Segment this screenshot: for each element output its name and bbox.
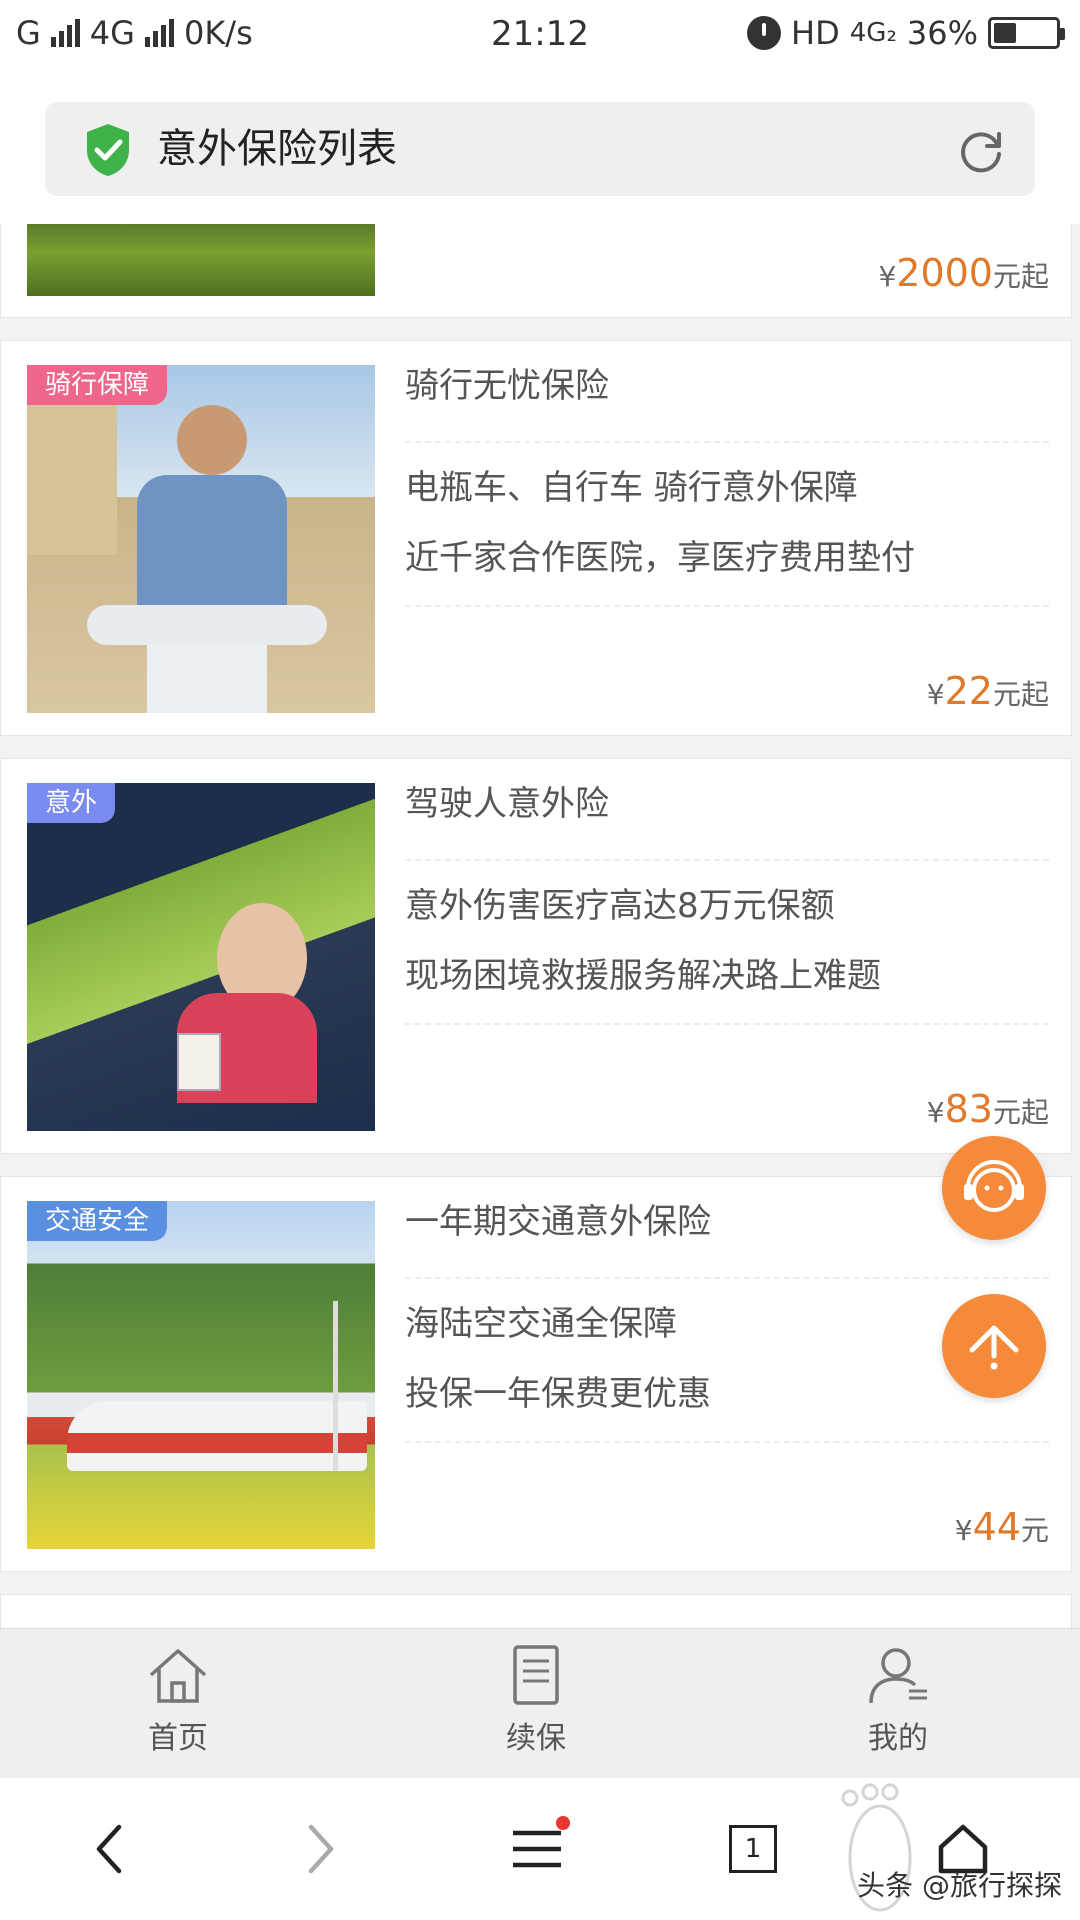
scooter-body [147, 645, 267, 713]
product-price: ¥ 44 元 [955, 1505, 1049, 1549]
price-amount: 22 [944, 669, 993, 713]
address-bar[interactable]: 意外保险列表 [45, 102, 1035, 196]
divider [405, 441, 1049, 443]
tabs-button[interactable]: 1 [718, 1814, 788, 1884]
product-info: 骑行无忧保险 电瓶车、自行车 骑行意外保障 近千家合作医院，享医疗费用垫付 ¥ … [405, 341, 1049, 735]
product-price: ¥ 2000 元起 [878, 251, 1049, 295]
price-amount: 83 [944, 1087, 993, 1131]
pole [333, 1301, 338, 1471]
product-image-train: 交通安全 [27, 1201, 375, 1549]
product-price: ¥ 83 元起 [927, 1087, 1049, 1131]
product-image [27, 224, 375, 296]
product-card-transport[interactable]: 交通安全 一年期交通意外保险 海陆空交通全保障 投保一年保费更优惠 ¥ 44 元 [0, 1176, 1072, 1572]
nav-mine-label: 我的 [868, 1721, 928, 1756]
price-amount: 2000 [896, 251, 993, 295]
arrow-up-icon [969, 1325, 1019, 1370]
nav-home-label: 首页 [148, 1721, 208, 1756]
menu-icon [513, 1830, 561, 1868]
price-suffix: 元起 [992, 1096, 1049, 1129]
chevron-left-icon [96, 1824, 122, 1874]
address-bar-container: 意外保险列表 [0, 80, 1080, 224]
home-icon [149, 1649, 207, 1703]
tabs-count: 1 [729, 1825, 777, 1873]
product-info: 驾驶人意外险 意外伤害医疗高达8万元保额 现场困境救援服务解决路上难题 ¥ 83… [405, 759, 1049, 1153]
alarm-icon [747, 16, 782, 50]
product-image-driver: 意外 [27, 783, 375, 1131]
product-card-riding[interactable]: 骑行保障 骑行无忧保险 电瓶车、自行车 骑行意外保障 近千家合作医院，享医疗费用… [0, 340, 1072, 736]
nav-home[interactable]: 首页 [88, 1643, 268, 1757]
site-bottom-nav: 首页 续保 我的 [0, 1628, 1080, 1778]
document-icon [513, 1645, 559, 1705]
train-stripe [67, 1433, 367, 1453]
product-tag: 意外 [27, 783, 116, 823]
product-desc-1: 电瓶车、自行车 骑行意外保障 [405, 468, 858, 508]
status-right: HD 4G₂ 36% [747, 14, 1065, 52]
watermark-text: 头条 @旅行探探 [857, 1869, 1062, 1902]
user-icon [869, 1648, 927, 1704]
nav-renew[interactable]: 续保 [446, 1643, 626, 1757]
divider [405, 1441, 1049, 1443]
currency-symbol: ¥ [926, 1096, 945, 1129]
product-desc-2: 近千家合作医院，享医疗费用垫付 [405, 538, 915, 578]
product-title: 驾驶人意外险 [405, 784, 609, 824]
browser-toolbar: 1 头条 @旅行探探 [0, 1778, 1080, 1920]
product-tag: 交通安全 [27, 1201, 168, 1241]
back-button[interactable] [74, 1814, 144, 1884]
divider [405, 1023, 1049, 1025]
divider [405, 1277, 1049, 1279]
page-title: 意外保险列表 [157, 126, 397, 172]
nav-renew-label: 续保 [506, 1721, 566, 1756]
customer-service-button[interactable] [942, 1136, 1046, 1240]
refresh-icon[interactable] [955, 124, 1007, 176]
product-desc-1: 海陆空交通全保障 [405, 1304, 677, 1344]
currency-symbol: ¥ [926, 678, 945, 711]
license-card [177, 1033, 221, 1091]
product-tag: 骑行保障 [27, 365, 168, 405]
battery-icon [988, 17, 1065, 49]
product-card-partial[interactable]: ¥ 2000 元起 [0, 224, 1072, 318]
forward-button[interactable] [286, 1814, 356, 1884]
rider-body [137, 475, 287, 625]
currency-symbol: ¥ [878, 260, 897, 293]
product-price: ¥ 22 元起 [927, 669, 1049, 713]
hd-label: HD [791, 14, 840, 52]
headset-icon [964, 1160, 1024, 1212]
price-amount: 44 [972, 1505, 1021, 1549]
nav-mine[interactable]: 我的 [808, 1643, 988, 1757]
product-desc-1: 意外伤害医疗高达8万元保额 [405, 886, 835, 926]
price-suffix: 元起 [992, 678, 1049, 711]
product-desc-2: 现场困境救援服务解决路上难题 [405, 956, 881, 996]
price-suffix: 元 [1020, 1514, 1049, 1547]
scooter-handlebar [87, 605, 327, 645]
product-title: 骑行无忧保险 [405, 366, 609, 406]
back-to-top-button[interactable] [942, 1294, 1046, 1398]
building-shape [27, 405, 117, 555]
currency-symbol: ¥ [954, 1514, 973, 1547]
price-suffix: 元起 [992, 260, 1049, 293]
notification-dot [556, 1816, 570, 1830]
network-type: 4G₂ [849, 18, 897, 48]
menu-button[interactable] [502, 1814, 572, 1884]
status-bar: G 4G 0K/s 21:12 HD 4G₂ 36% [0, 0, 1080, 80]
rider-head [177, 405, 247, 475]
battery-fill [994, 23, 1016, 43]
battery-percent: 36% [906, 14, 978, 52]
shield-check-icon [87, 124, 129, 176]
product-card-driver[interactable]: 意外 驾驶人意外险 意外伤害医疗高达8万元保额 现场困境救援服务解决路上难题 ¥… [0, 758, 1072, 1154]
divider [405, 859, 1049, 861]
divider [405, 605, 1049, 607]
product-image-rider: 骑行保障 [27, 365, 375, 713]
chevron-right-icon [308, 1824, 334, 1874]
product-title: 一年期交通意外保险 [405, 1202, 711, 1242]
product-desc-2: 投保一年保费更优惠 [405, 1374, 711, 1414]
